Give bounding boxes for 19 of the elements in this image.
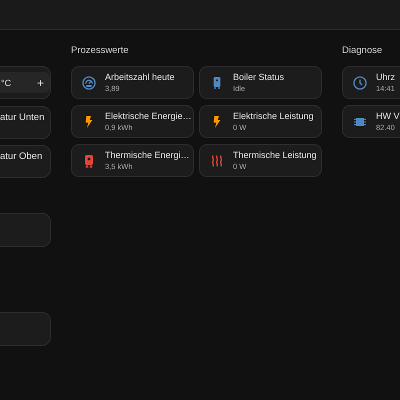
entity-name: Elektrische Energie… (105, 111, 192, 121)
heat-waves-icon (209, 152, 225, 168)
entity-name: Thermische Leistung (233, 150, 317, 160)
entity-name: atur Unten (0, 112, 44, 123)
clock-icon (352, 74, 368, 90)
entity-card[interactable]: atur Oben (0, 145, 51, 178)
entity-name: atur Oben (0, 151, 42, 162)
entity-name: Boiler Status (233, 72, 284, 82)
entity-name: Elektrische Leistung (233, 111, 314, 121)
entity-name: Thermische Energi… (105, 150, 190, 160)
number-field[interactable]: °C + (0, 72, 50, 93)
entity-name: HW V (376, 111, 400, 121)
entity-name: Uhrz (376, 72, 396, 82)
section-title: Prozesswerte (71, 44, 130, 58)
increment-button[interactable]: + (36, 76, 44, 90)
section-title: Diagnose (342, 44, 384, 58)
entity-card[interactable]: atur Unten (0, 106, 51, 139)
gauge-icon (81, 74, 97, 90)
entity-name: Arbeitszahl heute (105, 72, 175, 82)
